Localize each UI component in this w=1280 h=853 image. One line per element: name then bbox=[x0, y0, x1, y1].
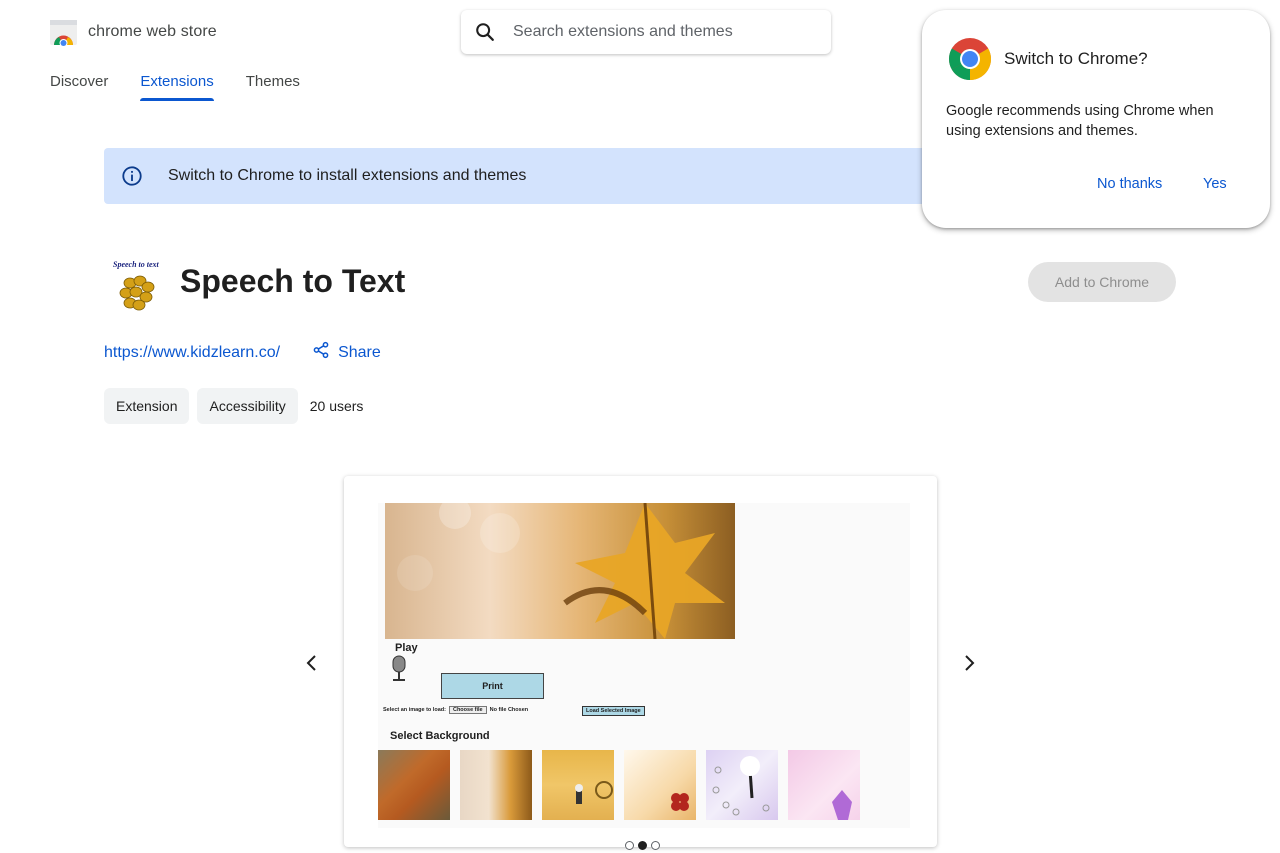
load-image-button: Load Selected Image bbox=[582, 706, 645, 716]
page-title: Speech to Text bbox=[180, 263, 406, 299]
chevron-right-icon bbox=[965, 655, 975, 671]
background-thumbnail bbox=[706, 750, 778, 820]
chip-extension[interactable]: Extension bbox=[104, 388, 190, 424]
extension-screenshot: Play Print Select an image to load: Choo… bbox=[378, 503, 910, 828]
carousel-prev-button[interactable] bbox=[300, 651, 324, 675]
extension-icon-label: Speech to text bbox=[113, 260, 160, 269]
no-file-label: No file Chosen bbox=[489, 707, 529, 713]
background-thumbnail bbox=[624, 750, 696, 820]
carousel-dot[interactable] bbox=[651, 841, 660, 850]
store-logo-link[interactable]: chrome web store bbox=[49, 18, 217, 47]
carousel-next-button[interactable] bbox=[957, 651, 981, 675]
tab-extensions[interactable]: Extensions bbox=[140, 73, 215, 101]
dialog-title: Switch to Chrome? bbox=[1004, 49, 1148, 68]
item-links: https://www.kidzlearn.co/ Share bbox=[104, 341, 381, 364]
yes-button[interactable]: Yes bbox=[1203, 176, 1227, 192]
autumn-leaf-image bbox=[385, 503, 735, 639]
store-name: chrome web store bbox=[88, 23, 217, 40]
background-thumbnail bbox=[460, 750, 532, 820]
carousel-dots bbox=[625, 841, 660, 850]
search-box[interactable] bbox=[461, 10, 831, 54]
print-button: Print bbox=[441, 673, 544, 699]
choose-file-button: Choose file bbox=[448, 706, 487, 714]
background-thumbnail bbox=[378, 750, 450, 820]
share-icon bbox=[312, 341, 330, 364]
main-nav: Discover Extensions Themes bbox=[50, 73, 300, 101]
carousel-dot[interactable] bbox=[625, 841, 634, 850]
share-button[interactable]: Share bbox=[312, 341, 381, 364]
tab-discover[interactable]: Discover bbox=[50, 73, 108, 101]
select-image-label: Select an image to load: bbox=[383, 707, 446, 713]
microphone-icon bbox=[390, 655, 408, 683]
select-background-label: Select Background bbox=[390, 730, 490, 742]
website-link[interactable]: https://www.kidzlearn.co/ bbox=[104, 344, 280, 362]
extension-icon: Speech to text bbox=[108, 257, 164, 315]
chip-accessibility[interactable]: Accessibility bbox=[197, 388, 298, 424]
carousel-dot-active[interactable] bbox=[638, 841, 647, 850]
select-image-row: Select an image to load: Choose file No … bbox=[383, 706, 528, 714]
chevron-left-icon bbox=[306, 655, 316, 671]
info-icon bbox=[121, 165, 143, 187]
share-label: Share bbox=[338, 343, 381, 361]
no-thanks-button[interactable]: No thanks bbox=[1097, 176, 1162, 192]
background-thumbnail bbox=[788, 750, 860, 820]
dialog-body: Google recommends using Chrome when usin… bbox=[946, 103, 1214, 139]
background-thumbnail bbox=[542, 750, 614, 820]
chrome-logo-icon bbox=[948, 37, 992, 81]
screenshot-slide[interactable]: Play Print Select an image to load: Choo… bbox=[344, 476, 937, 847]
add-to-chrome-button[interactable]: Add to Chrome bbox=[1028, 262, 1176, 302]
banner-text: Switch to Chrome to install extensions a… bbox=[168, 167, 527, 184]
chrome-web-store-icon bbox=[49, 18, 78, 47]
item-chips: Extension Accessibility 20 users bbox=[104, 388, 363, 424]
switch-to-chrome-dialog: Switch to Chrome? Google recommends usin… bbox=[922, 10, 1270, 228]
background-thumbnails bbox=[378, 750, 860, 820]
search-input[interactable] bbox=[513, 23, 813, 41]
user-count: 20 users bbox=[309, 398, 364, 414]
play-label: Play bbox=[395, 642, 418, 654]
search-icon bbox=[474, 21, 496, 43]
tab-themes[interactable]: Themes bbox=[246, 73, 300, 101]
